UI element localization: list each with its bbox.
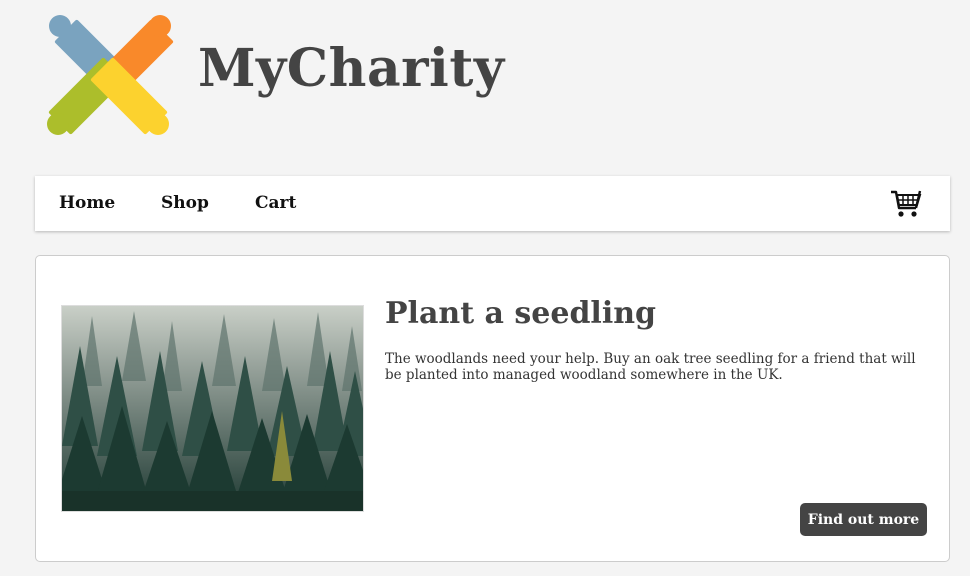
shopping-cart-icon[interactable] — [890, 189, 922, 219]
main-navbar: Home Shop Cart — [35, 176, 950, 231]
nav-home-link[interactable]: Home — [59, 193, 115, 213]
logo[interactable] — [46, 12, 176, 142]
feature-card: Plant a seedling The woodlands need your… — [35, 255, 950, 562]
find-out-more-button[interactable]: Find out more — [800, 503, 927, 536]
feature-title: Plant a seedling — [385, 296, 657, 331]
forest-image — [61, 305, 364, 512]
nav-cart-link[interactable]: Cart — [255, 193, 296, 213]
brand-title[interactable]: MyCharity — [198, 38, 505, 99]
nav-shop-link[interactable]: Shop — [161, 193, 209, 213]
puzzle-logo-icon — [47, 15, 174, 135]
feature-description: The woodlands need your help. Buy an oak… — [385, 351, 916, 383]
